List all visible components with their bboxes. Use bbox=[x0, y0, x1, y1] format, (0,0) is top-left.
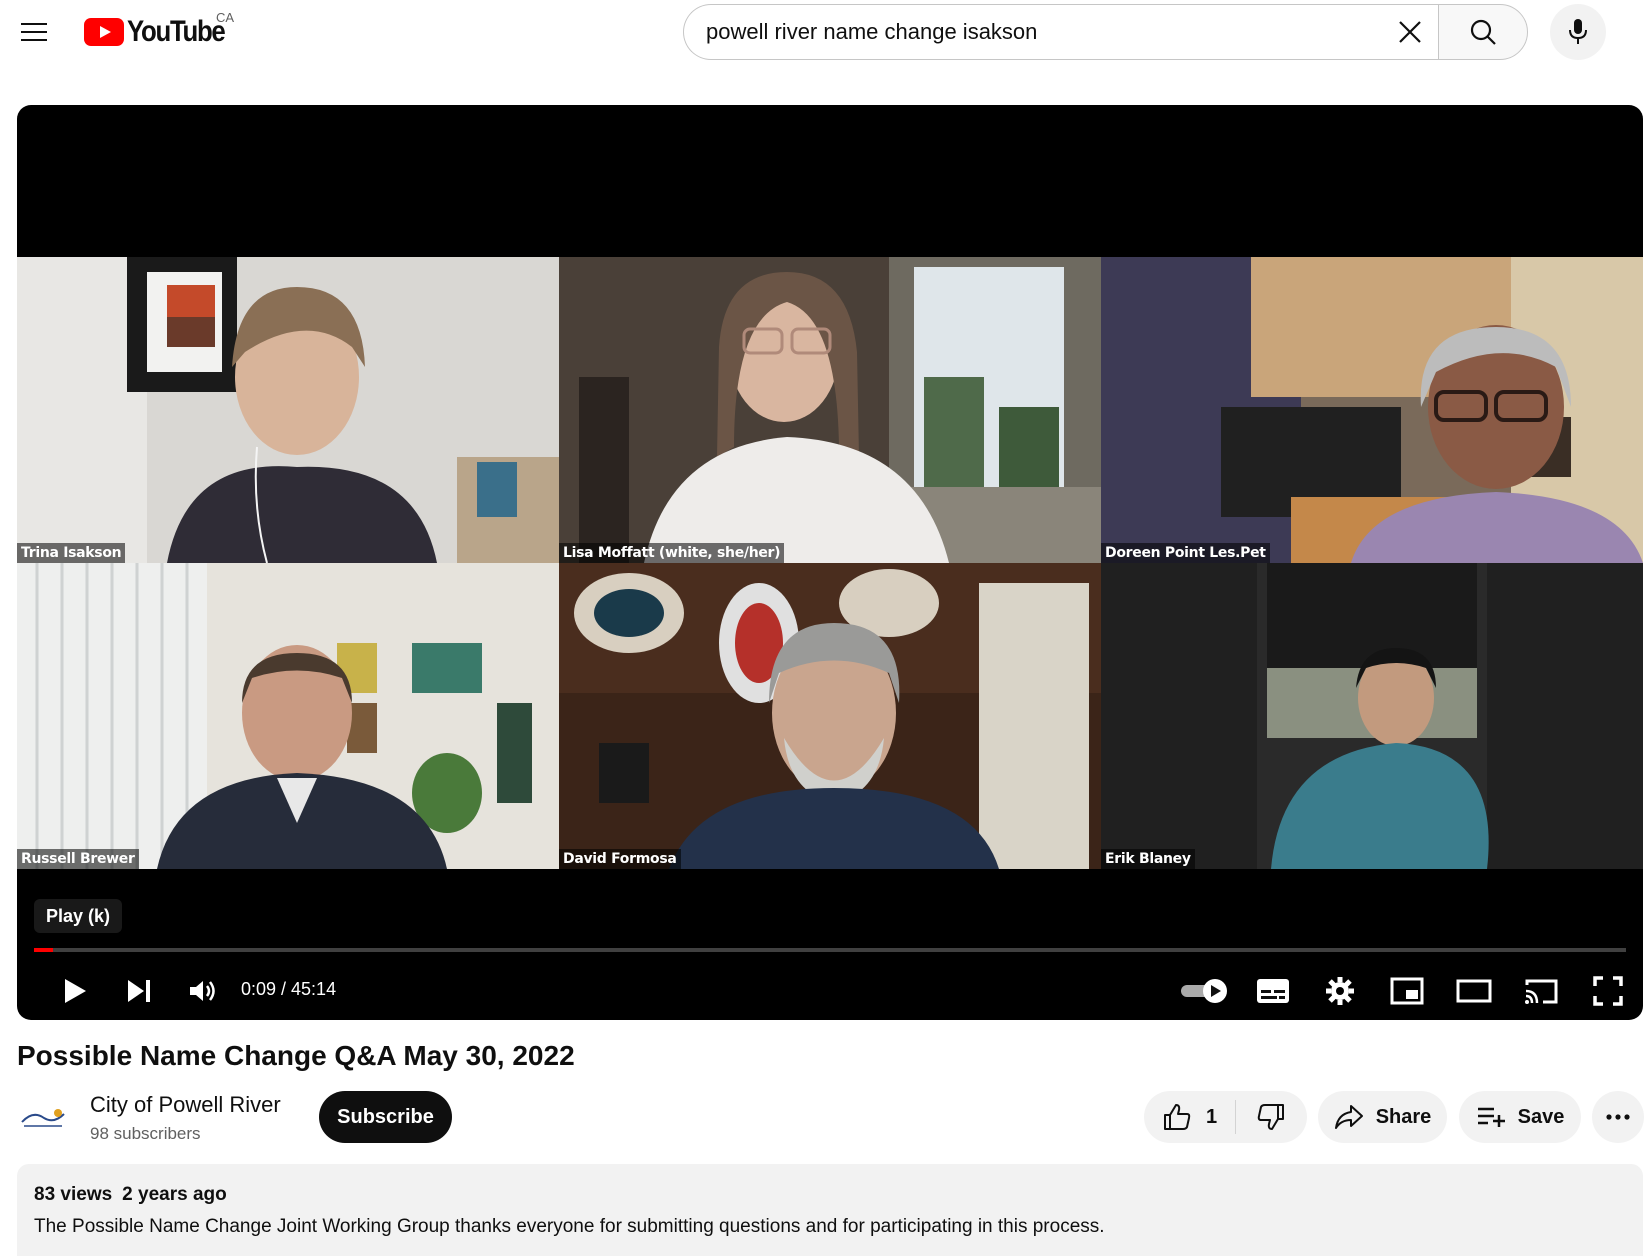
country-code: CA bbox=[216, 10, 235, 25]
progress-played bbox=[34, 948, 54, 952]
fullscreen-icon bbox=[1593, 976, 1623, 1006]
subtitles-icon bbox=[1257, 979, 1289, 1003]
play-button[interactable] bbox=[49, 965, 101, 1017]
autoplay-icon bbox=[1181, 979, 1227, 1003]
time-display: 0:09 / 45:14 bbox=[241, 979, 337, 999]
video-player[interactable]: Trina Isakson Lisa Moffatt (white, she/h… bbox=[17, 105, 1643, 1020]
microphone-icon bbox=[1569, 19, 1587, 44]
participant-name: Trina Isakson bbox=[17, 543, 126, 563]
player-controls: 0:09 / 45:14 bbox=[17, 965, 1643, 1017]
save-button[interactable]: Save bbox=[1459, 1091, 1581, 1143]
description-text: The Possible Name Change Joint Working G… bbox=[34, 1216, 1105, 1237]
description-box[interactable]: 83 views 2 years ago The Possible Name Ch… bbox=[17, 1164, 1643, 1256]
participant-name: David Formosa bbox=[559, 849, 681, 869]
participant-name: Lisa Moffatt (white, she/her) bbox=[559, 543, 785, 563]
participant-name: Doreen Point Les.Pet bbox=[1101, 543, 1270, 563]
participant-tile-4: Russell Brewer bbox=[17, 563, 559, 869]
miniplayer-button[interactable] bbox=[1381, 965, 1433, 1017]
fullscreen-button[interactable] bbox=[1582, 965, 1634, 1017]
progress-bar[interactable] bbox=[34, 948, 1626, 952]
miniplayer-icon bbox=[1390, 977, 1424, 1005]
share-label: Share bbox=[1375, 1105, 1432, 1128]
autoplay-toggle[interactable] bbox=[1177, 965, 1233, 1017]
video-title: Possible Name Change Q&A May 30, 2022 bbox=[17, 1040, 575, 1071]
next-button[interactable] bbox=[113, 965, 165, 1017]
theater-mode-button[interactable] bbox=[1448, 965, 1500, 1017]
cast-button[interactable] bbox=[1515, 965, 1567, 1017]
participant-tile-1: Trina Isakson bbox=[17, 257, 559, 563]
like-dislike-group: 1 bbox=[1144, 1091, 1307, 1143]
upload-age: 2 years ago bbox=[122, 1184, 227, 1205]
more-horizontal-icon bbox=[1606, 1114, 1630, 1120]
search-button[interactable] bbox=[1438, 4, 1528, 60]
participant-video-image bbox=[17, 257, 559, 563]
clear-search-icon[interactable] bbox=[1382, 4, 1438, 60]
participant-tile-5: David Formosa bbox=[559, 563, 1101, 869]
subscriber-count: 98 subscribers bbox=[90, 1124, 201, 1143]
logo-wordmark: YouTube bbox=[127, 15, 226, 48]
hamburger-menu-icon[interactable] bbox=[12, 10, 56, 54]
save-label: Save bbox=[1517, 1105, 1565, 1128]
video-frame: Trina Isakson Lisa Moffatt (white, she/h… bbox=[17, 257, 1643, 869]
participant-tile-6: Erik Blaney bbox=[1101, 563, 1643, 869]
like-button[interactable]: 1 bbox=[1144, 1100, 1236, 1134]
masthead: YouTube CA powell river name change isak… bbox=[0, 0, 1650, 64]
share-button[interactable]: Share bbox=[1318, 1091, 1447, 1143]
volume-icon bbox=[190, 981, 215, 1001]
search-input[interactable]: powell river name change isakson bbox=[683, 4, 1438, 60]
participant-video-image bbox=[17, 563, 559, 869]
thumbs-down-icon bbox=[1257, 1104, 1284, 1130]
video-meta: 83 views 2 years ago bbox=[34, 1184, 1626, 1206]
channel-logo-icon bbox=[21, 1109, 65, 1127]
cast-icon bbox=[1525, 979, 1558, 1004]
dislike-button[interactable] bbox=[1236, 1102, 1306, 1132]
subscribe-button[interactable]: Subscribe bbox=[319, 1091, 452, 1143]
participant-video-image bbox=[1101, 257, 1643, 563]
play-icon bbox=[65, 979, 86, 1003]
participant-tile-2: Lisa Moffatt (white, she/her) bbox=[559, 257, 1101, 563]
participant-video-image bbox=[1101, 563, 1643, 869]
voice-search-button[interactable] bbox=[1550, 4, 1606, 60]
participant-video-image bbox=[559, 257, 1101, 563]
channel-avatar[interactable] bbox=[17, 1093, 69, 1145]
next-icon bbox=[128, 980, 150, 1002]
settings-button[interactable] bbox=[1314, 965, 1366, 1017]
volume-button[interactable] bbox=[177, 965, 229, 1017]
view-count: 83 views bbox=[34, 1184, 113, 1205]
search-icon bbox=[1470, 19, 1496, 45]
channel-name[interactable]: City of Powell River bbox=[90, 1092, 281, 1118]
play-tooltip: Play (k) bbox=[34, 899, 123, 933]
theater-mode-icon bbox=[1456, 979, 1492, 1003]
subtitles-button[interactable] bbox=[1247, 965, 1299, 1017]
thumbs-up-icon bbox=[1163, 1104, 1191, 1130]
gear-icon bbox=[1326, 977, 1354, 1005]
participant-video-image bbox=[559, 563, 1101, 869]
search-query-text[interactable]: powell river name change isakson bbox=[706, 19, 1382, 45]
participant-name: Erik Blaney bbox=[1101, 849, 1195, 869]
participant-name: Russell Brewer bbox=[17, 849, 139, 869]
participant-tile-3: Doreen Point Les.Pet bbox=[1101, 257, 1643, 563]
like-count: 1 bbox=[1205, 1105, 1218, 1128]
more-actions-button[interactable] bbox=[1592, 1091, 1644, 1143]
youtube-play-logo-icon bbox=[84, 18, 124, 46]
share-icon bbox=[1334, 1105, 1363, 1129]
save-playlist-icon bbox=[1477, 1107, 1505, 1127]
